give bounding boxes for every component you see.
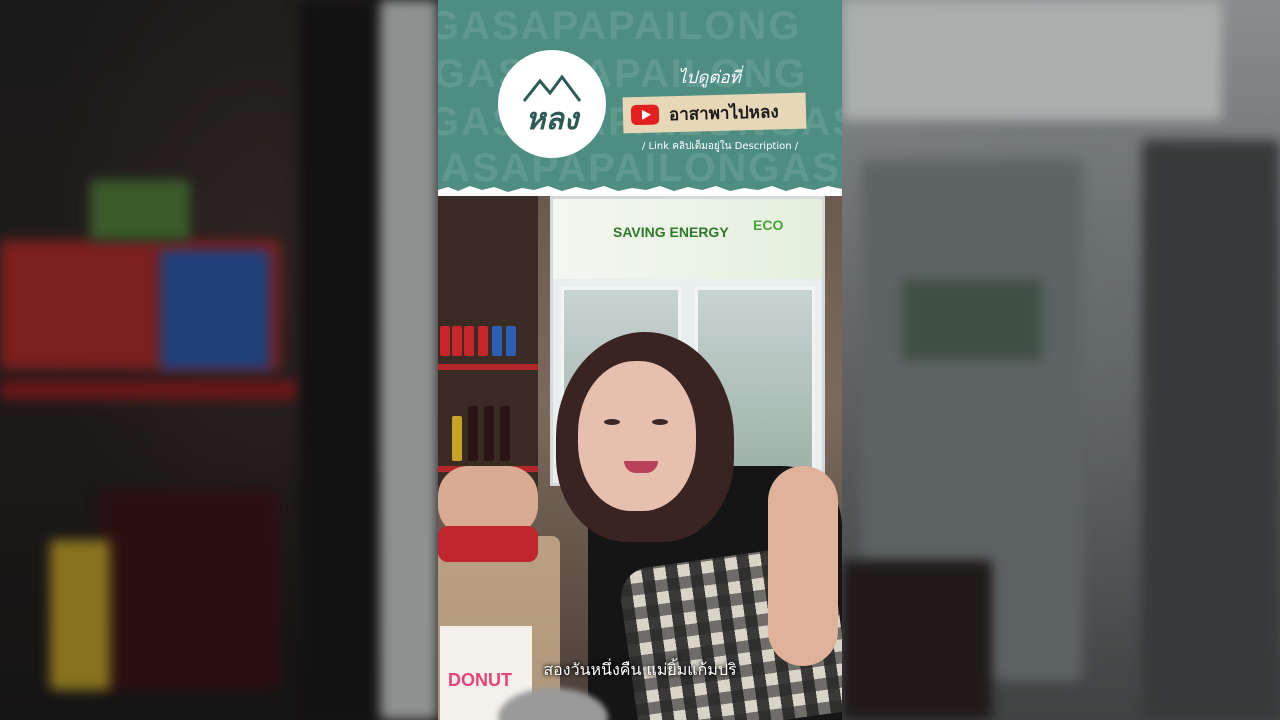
person-arm: [768, 466, 838, 666]
torn-paper-edge: [438, 186, 842, 196]
person-face: [578, 361, 696, 511]
youtube-icon: [630, 104, 660, 126]
watch-more-label: ไปดูต่อที่: [678, 68, 741, 88]
mountain-icon: [522, 74, 582, 102]
saving-energy-label: SAVING ENERGY: [613, 224, 729, 240]
blurred-background-left: [0, 0, 438, 720]
link-note: / Link คลิปเต็มอยู่ใน Description /: [642, 141, 799, 152]
banner-background-text: GASAPAPAILONG: [438, 4, 802, 48]
channel-logo[interactable]: หลง: [498, 50, 606, 158]
blurred-background-right: [842, 0, 1280, 720]
youtube-channel-link[interactable]: อาสาพาไปหลง: [622, 92, 807, 134]
logo-text: หลง: [525, 101, 579, 137]
subtitle: สองวันหนึ่งคืน แม่ยิ้มแก้มปริ: [543, 660, 737, 679]
banner-background-text: GASAPAPAILONG: [438, 52, 808, 96]
eco-label: ECO: [753, 217, 784, 233]
video-frame: GASAPAPAILONG GASAPAPAILONG GASAPAPAILON…: [438, 0, 842, 720]
promo-banner: GASAPAPAILONG GASAPAPAILONG GASAPAPAILON…: [438, 0, 842, 196]
channel-name: อาสาพาไปหลง: [668, 101, 779, 125]
jar-lid: [438, 526, 538, 562]
store-photo: SAVING ENERGY ECO DONUT: [438, 196, 842, 720]
drink-shelf: [438, 196, 538, 496]
